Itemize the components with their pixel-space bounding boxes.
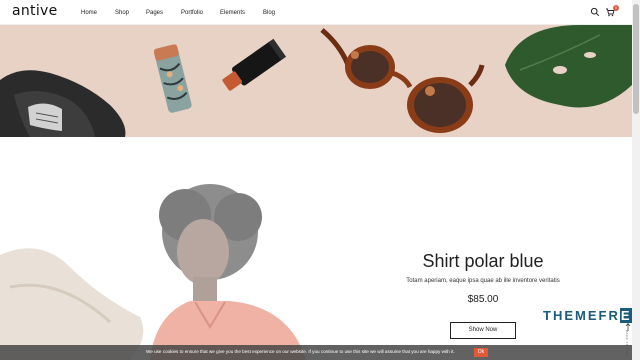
nav-item-blog[interactable]: Blog [263,10,275,16]
site-logo[interactable]: antive [12,3,58,19]
watermark-box-letter: E [619,308,633,323]
cart-count-badge: 0 [613,5,619,11]
model-image [0,184,306,360]
nav-item-portfolio[interactable]: Portfolio [181,10,203,16]
nav-item-shop[interactable]: Shop [115,10,129,16]
page-scrollbar[interactable] [632,0,640,360]
site-header: antive Home Shop Pages Portfolio Element… [0,0,632,25]
scrollbar-thumb[interactable] [633,4,639,114]
cookie-notice-text: We use cookies to ensure that we give yo… [146,349,455,354]
nav-item-pages[interactable]: Pages [146,10,163,16]
nav-item-elements[interactable]: Elements [220,10,245,16]
product-description: Totam aperiam, eaque ipsa quae ab ille i… [406,278,560,284]
hero-image [0,25,632,137]
product-title: Shirt polar blue [422,251,544,271]
cookie-notice-bar: We use cookies to ensure that we give yo… [0,345,632,360]
product-price: $85.00 [467,294,499,305]
themefreak-watermark: THEMEFRE [543,308,633,323]
cookie-ok-button[interactable]: Ok [474,348,488,357]
page: antive Home Shop Pages Portfolio Element… [0,0,640,360]
nav-item-home[interactable]: Home [81,10,97,16]
watermark-text: THEMEFR [543,308,620,323]
show-now-button[interactable]: Show Now [450,322,516,339]
hero-slider[interactable] [0,25,632,137]
product-banner: Shirt polar blue Totam aperiam, eaque ip… [0,137,632,360]
search-icon[interactable] [590,7,600,17]
